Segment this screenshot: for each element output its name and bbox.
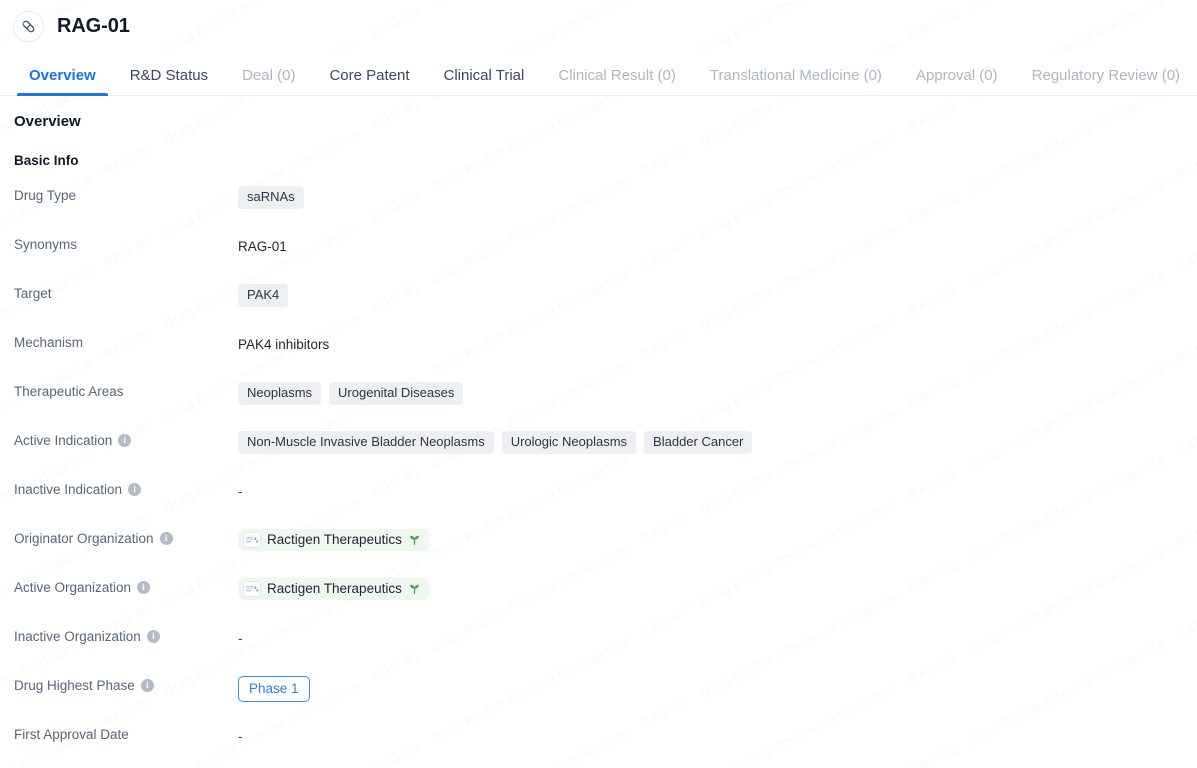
info-icon[interactable]: i	[128, 483, 142, 497]
field-label-text: Drug Type	[14, 187, 77, 203]
field-row-therapeutic-areas: Therapeutic Areas Neoplasms Urogenital Dis…	[14, 381, 1197, 430]
tab-r-d-status[interactable]: R&D Status	[113, 68, 225, 95]
value-tag[interactable]: Non-Muscle Invasive Bladder Neoplasms	[238, 430, 494, 455]
page-title: RAG-01	[57, 15, 130, 37]
value-text: PAK4 inhibitors	[238, 337, 330, 352]
tab-bar: Overview R&D Status Deal (0) Core Patent Cli…	[0, 52, 1197, 96]
value-tag[interactable]: Bladder Cancer	[644, 430, 753, 455]
field-value-drug-highest-phase: Phase 1	[238, 675, 1197, 703]
field-row-inactive-indication: Inactive Indication i -	[14, 479, 1197, 528]
info-icon[interactable]: i	[146, 630, 160, 644]
field-row-active-indication: Active Indication i Non-Muscle Invasive Bl…	[14, 430, 1197, 479]
field-value-inactive-indication: -	[238, 479, 1197, 501]
tab-approval-0[interactable]: Approval (0)	[899, 68, 1015, 95]
field-label-text: Active Indication	[14, 432, 113, 448]
field-value-drug-type: saRNAs	[238, 185, 1197, 210]
field-row-drug-type: Drug Type saRNAs	[14, 185, 1197, 234]
tab-clinical-result-0[interactable]: Clinical Result (0)	[541, 68, 693, 95]
field-label-active-organization: Active Organization i	[14, 577, 238, 596]
field-label-text: Target	[14, 285, 52, 301]
value-tag[interactable]: Urogenital Diseases	[329, 381, 464, 406]
field-label-text: Originator Organization	[14, 530, 154, 546]
value-tag[interactable]: PAK4	[238, 283, 289, 308]
info-icon[interactable]: i	[118, 434, 132, 448]
capsule-pill-icon	[13, 10, 44, 42]
field-label-drug-type: Drug Type	[14, 185, 238, 204]
tab-core-patent[interactable]: Core Patent	[312, 68, 426, 95]
tab-regulatory-review-0[interactable]: Regulatory Review (0)	[1015, 68, 1197, 95]
subsection-title-basic-info: Basic Info	[14, 153, 79, 168]
organization-tag[interactable]: Ractigen Therapeutics	[238, 577, 429, 600]
page-header: RAG-01	[0, 0, 1197, 52]
basic-info-field-list: Drug Type saRNAs Synonyms RAG-01 Target PAK4 M…	[14, 185, 1197, 768]
field-label-text: Active Organization	[14, 579, 132, 595]
field-value-inactive-organization: -	[238, 626, 1197, 648]
value-tag[interactable]: saRNAs	[238, 185, 304, 210]
field-label-text: Mechanism	[14, 334, 84, 350]
overview-content: Overview Basic Info Drug Type saRNAs Synon…	[0, 96, 1197, 768]
field-label-active-indication: Active Indication i	[14, 430, 238, 449]
tab-overview[interactable]: Overview	[12, 68, 113, 96]
field-value-therapeutic-areas: Neoplasms Urogenital Diseases	[238, 381, 1197, 406]
organization-logo-icon	[243, 580, 261, 597]
field-label-text: First Approval Date	[14, 726, 129, 742]
field-label-text: Therapeutic Areas	[14, 383, 124, 399]
field-label-text: Inactive Organization	[14, 628, 141, 644]
field-label-target: Target	[14, 283, 238, 302]
value-tag[interactable]: Urologic Neoplasms	[501, 430, 637, 455]
field-row-originator-organization: Originator Organization i Ractigen Therape…	[14, 528, 1197, 577]
sprout-icon	[408, 582, 421, 595]
drug-phase-badge[interactable]: Phase 1	[238, 675, 310, 703]
sprout-icon	[408, 533, 421, 546]
field-label-first-approval-date: First Approval Date	[14, 724, 238, 743]
field-row-inactive-organization: Inactive Organization i -	[14, 626, 1197, 675]
field-label-text: Synonyms	[14, 236, 78, 252]
field-label-inactive-indication: Inactive Indication i	[14, 479, 238, 498]
field-label-drug-highest-phase: Drug Highest Phase i	[14, 675, 238, 694]
field-value-target: PAK4	[238, 283, 1197, 308]
organization-logo-icon	[243, 531, 261, 548]
empty-value: -	[238, 729, 243, 744]
value-tag[interactable]: Neoplasms	[238, 381, 322, 406]
field-row-target: Target PAK4	[14, 283, 1197, 332]
empty-value: -	[238, 484, 243, 499]
field-label-text: Inactive Indication	[14, 481, 123, 497]
tab-clinical-trial[interactable]: Clinical Trial	[427, 68, 542, 95]
tab-translational-medicine-0[interactable]: Translational Medicine (0)	[693, 68, 899, 95]
info-icon[interactable]: i	[159, 532, 173, 546]
organization-name: Ractigen Therapeutics	[267, 581, 402, 596]
field-value-synonyms: RAG-01	[238, 234, 1197, 256]
field-value-active-indication: Non-Muscle Invasive Bladder Neoplasms Uro…	[238, 430, 1197, 455]
field-label-mechanism: Mechanism	[14, 332, 238, 351]
field-label-inactive-organization: Inactive Organization i	[14, 626, 238, 645]
field-value-first-approval-date: -	[238, 724, 1197, 746]
field-value-active-organization: Ractigen Therapeutics	[238, 577, 1197, 600]
field-label-text: Drug Highest Phase	[14, 677, 135, 693]
tab-deal-0[interactable]: Deal (0)	[225, 68, 312, 95]
field-label-synonyms: Synonyms	[14, 234, 238, 253]
field-row-synonyms: Synonyms RAG-01	[14, 234, 1197, 283]
organization-name: Ractigen Therapeutics	[267, 532, 402, 547]
field-value-originator-organization: Ractigen Therapeutics	[238, 528, 1197, 551]
field-label-originator-organization: Originator Organization i	[14, 528, 238, 547]
field-row-active-organization: Active Organization i Ractigen Therapeutic…	[14, 577, 1197, 626]
field-value-mechanism: PAK4 inhibitors	[238, 332, 1197, 354]
field-label-therapeutic-areas: Therapeutic Areas	[14, 381, 238, 400]
field-row-mechanism: Mechanism PAK4 inhibitors	[14, 332, 1197, 381]
field-row-first-approval-date: First Approval Date -	[14, 724, 1197, 768]
organization-tag[interactable]: Ractigen Therapeutics	[238, 528, 429, 551]
value-text: RAG-01	[238, 239, 287, 254]
info-icon[interactable]: i	[137, 581, 151, 595]
info-icon[interactable]: i	[140, 679, 154, 693]
drug-profile-page: Pharma Intelligence · RAG-01 · Drug Prof…	[0, 0, 1197, 768]
field-row-drug-highest-phase: Drug Highest Phase i Phase 1	[14, 675, 1197, 724]
section-title: Overview	[14, 113, 81, 130]
empty-value: -	[238, 631, 243, 646]
